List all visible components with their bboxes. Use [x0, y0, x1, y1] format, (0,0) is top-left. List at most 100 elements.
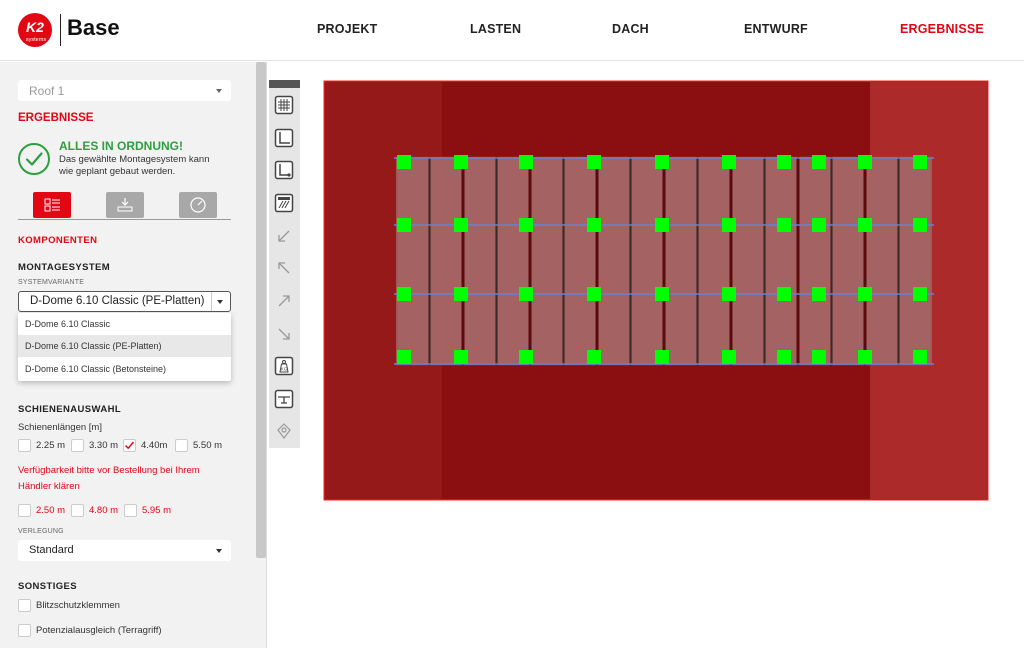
nav-projekt[interactable]: PROJEKT	[317, 22, 377, 36]
clamp	[913, 350, 927, 364]
roof-select[interactable]: Roof 1	[18, 80, 231, 101]
solar-panel	[564, 156, 597, 366]
dropdown-option[interactable]: D-Dome 6.10 Classic (Betonsteine)	[18, 358, 231, 380]
kg-text: KG	[281, 367, 288, 372]
ruler-corner-icon[interactable]	[274, 128, 294, 148]
arrow-up-right-icon[interactable]	[274, 291, 294, 311]
components-list-icon	[44, 198, 60, 212]
length-label: 5.95 m	[142, 505, 172, 516]
potenzialausgleich-checkbox[interactable]	[18, 624, 31, 637]
panel-array	[396, 157, 932, 365]
panel-gap	[796, 157, 800, 365]
solar-panel	[463, 156, 496, 366]
weight-kg-icon[interactable]: KG	[274, 356, 294, 376]
verlegung-select[interactable]: Standard	[18, 540, 231, 561]
length-checkbox-5.95[interactable]	[124, 504, 137, 517]
logo-text: K2	[26, 19, 44, 35]
solar-panel	[396, 156, 429, 366]
solar-panel	[899, 156, 932, 366]
clamp	[722, 218, 736, 232]
clamp	[587, 155, 601, 169]
systemvariante-select[interactable]: D-Dome 6.10 Classic (PE-Platten)	[18, 291, 231, 312]
nav-lasten[interactable]: LASTEN	[470, 22, 521, 36]
length-checkbox-2.25[interactable]	[18, 439, 31, 452]
rail-icon[interactable]	[274, 389, 294, 409]
solar-panel	[430, 156, 463, 366]
length-checkbox-4.80[interactable]	[71, 504, 84, 517]
grid-icon[interactable]	[274, 95, 294, 115]
components-tab[interactable]	[33, 192, 71, 218]
panel-layer	[394, 155, 934, 366]
extra-label: Blitzschutzklemmen	[36, 600, 120, 611]
panel-gap	[662, 157, 666, 365]
toolbar-header	[269, 80, 300, 88]
clamp	[722, 287, 736, 301]
clamp	[913, 218, 927, 232]
length-checkbox-5.50[interactable]	[175, 439, 188, 452]
montagesystem-title: MONTAGESYSTEM	[18, 262, 111, 273]
gauge-tab[interactable]	[179, 192, 217, 218]
clamp	[454, 350, 468, 364]
hatch-icon[interactable]	[274, 193, 294, 213]
verlegung-value: Standard	[29, 544, 74, 556]
length-label: 2.50 m	[36, 505, 66, 516]
dropdown-option[interactable]: D-Dome 6.10 Classic	[18, 313, 231, 335]
length-checkbox-3.30[interactable]	[71, 439, 84, 452]
roof-right-zone	[870, 82, 987, 499]
rail-tab[interactable]	[106, 192, 144, 218]
location-icon[interactable]	[274, 421, 294, 441]
clamp	[913, 155, 927, 169]
clamp	[587, 287, 601, 301]
length-label: 3.30 m	[89, 440, 119, 451]
arrow-down-left-icon[interactable]	[274, 226, 294, 246]
roof-center-zone	[442, 82, 870, 499]
clamp	[812, 155, 826, 169]
clamp	[519, 287, 533, 301]
chevron-down-icon	[216, 549, 222, 553]
clamp	[722, 350, 736, 364]
arrow-down-right-icon[interactable]	[274, 324, 294, 344]
clamp	[454, 218, 468, 232]
solar-panel	[731, 156, 764, 366]
panel-gap	[562, 157, 565, 365]
length-label: 2.25 m	[36, 440, 66, 451]
panel-gap	[495, 157, 498, 365]
clamp	[397, 287, 411, 301]
length-checkbox-4.40[interactable]	[123, 439, 136, 452]
blitzschutz-checkbox[interactable]	[18, 599, 31, 612]
length-checkbox-2.50[interactable]	[18, 504, 31, 517]
arrow-up-left-icon[interactable]	[274, 258, 294, 278]
panel-gap	[763, 157, 766, 365]
rail-layout-icon	[117, 198, 133, 212]
clamp	[655, 287, 669, 301]
app-header: K2 systems Base PROJEKT LASTEN DACH ENTW…	[0, 0, 1024, 61]
clamp	[454, 287, 468, 301]
extra-label: Potenzialausgleich (Terragriff)	[36, 625, 162, 636]
clamp	[519, 155, 533, 169]
clamp	[858, 287, 872, 301]
nav-ergebnisse[interactable]: ERGEBNISSE	[900, 22, 984, 36]
dropdown-option[interactable]: D-Dome 6.10 Classic (PE-Platten)	[18, 335, 231, 357]
chevron-down-icon	[216, 89, 222, 93]
sidebar-scrollbar[interactable]	[256, 62, 266, 558]
clamp	[722, 155, 736, 169]
solar-panel	[664, 156, 697, 366]
ruler-point-icon[interactable]	[274, 160, 294, 180]
k2-logo[interactable]: K2 systems	[17, 12, 55, 48]
clamp	[454, 155, 468, 169]
nav-dach[interactable]: DACH	[612, 22, 649, 36]
clamp	[913, 287, 927, 301]
clamp	[812, 287, 826, 301]
panel-gap	[830, 157, 833, 365]
clamp	[519, 350, 533, 364]
clamp	[777, 155, 791, 169]
chevron-down-icon	[217, 300, 223, 304]
clamp	[397, 155, 411, 169]
clamp	[858, 218, 872, 232]
panel-gap	[863, 157, 867, 365]
clamp	[587, 218, 601, 232]
nav-entwurf[interactable]: ENTWURF	[744, 22, 808, 36]
select-divider	[211, 292, 212, 311]
clamp	[655, 350, 669, 364]
systemvariante-label: SYSTEMVARIANTE	[18, 279, 85, 286]
